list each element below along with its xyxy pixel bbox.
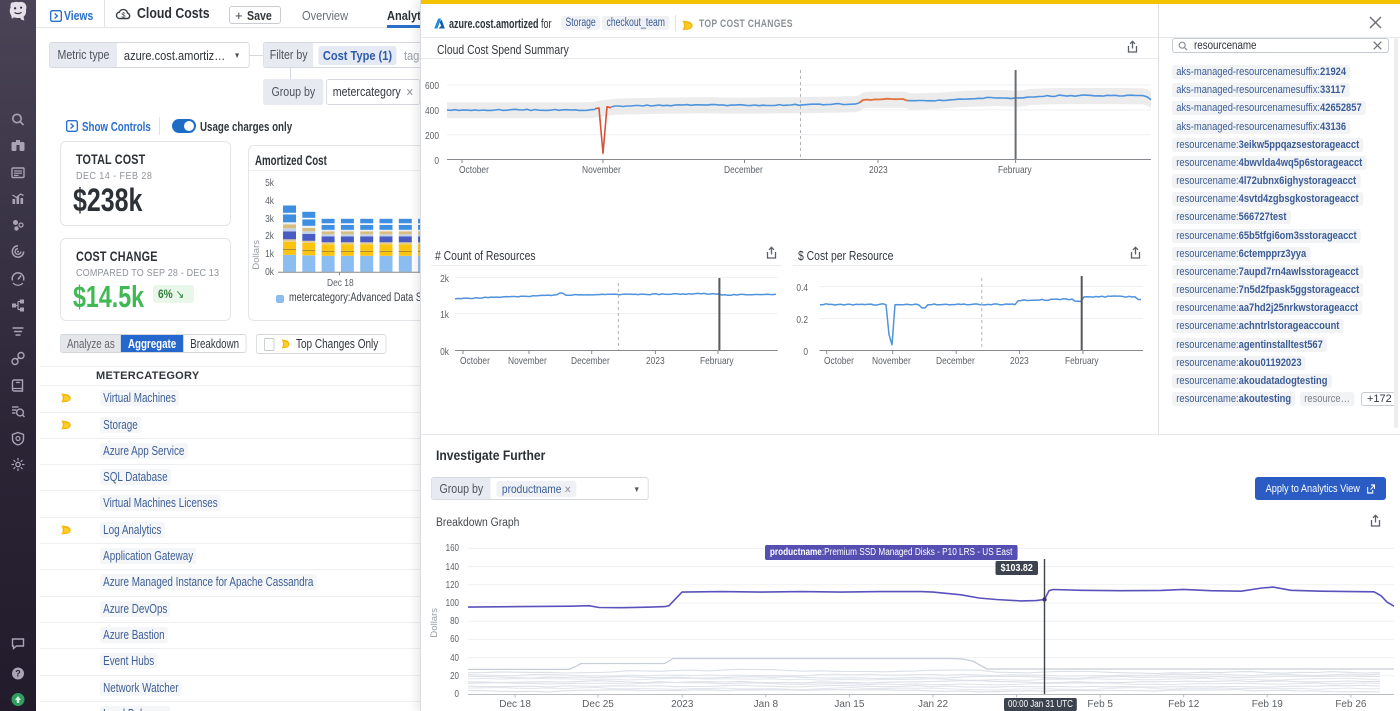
svg-text:?: ? (15, 669, 21, 679)
